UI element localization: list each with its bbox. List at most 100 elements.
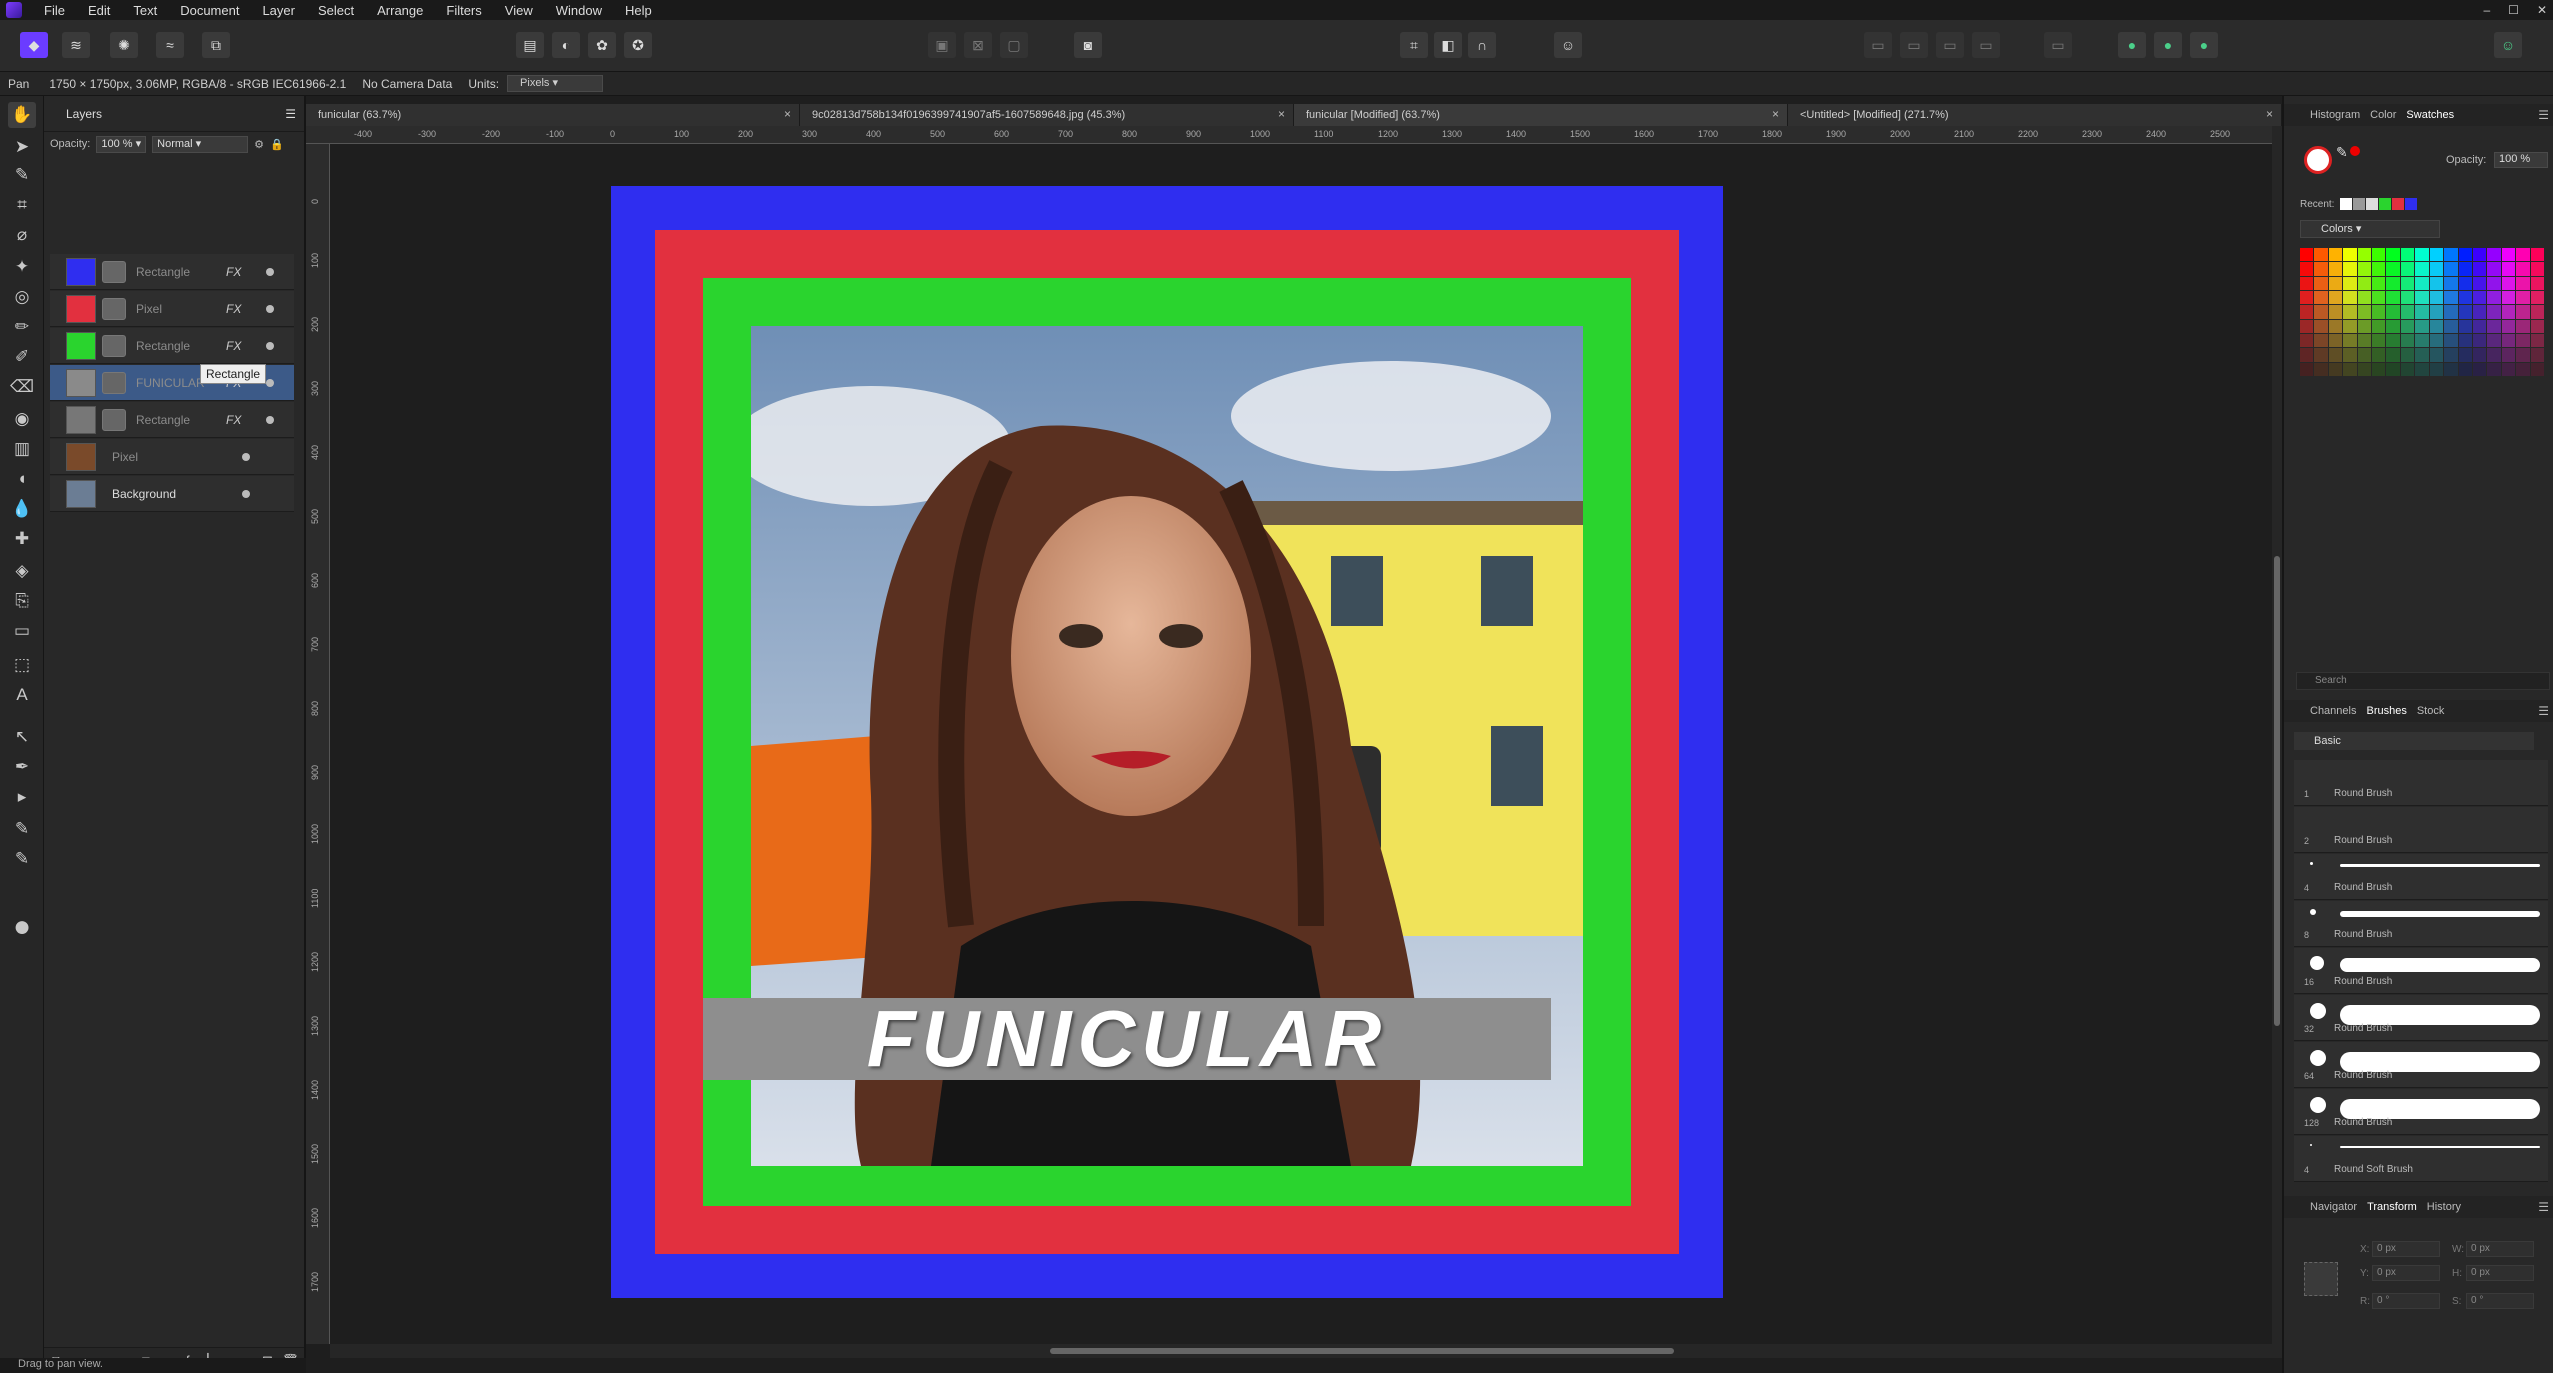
- visibility-toggle-icon[interactable]: [266, 378, 274, 387]
- distribute-icon[interactable]: ▭: [1900, 32, 1928, 58]
- mesh-warp-tool-icon[interactable]: ✎: [8, 846, 36, 872]
- color-swatch[interactable]: [2501, 348, 2516, 362]
- doc-tab[interactable]: <Untitled> [Modified] (271.7%) ×: [1788, 104, 2282, 126]
- lock-icon[interactable]: 🔒: [270, 138, 284, 151]
- color-swatch[interactable]: [2458, 362, 2472, 376]
- r-field[interactable]: 0 °: [2372, 1293, 2440, 1309]
- color-swatch[interactable]: [2415, 276, 2429, 290]
- tab-color[interactable]: Color: [2370, 109, 2396, 121]
- w-field[interactable]: 0 px: [2466, 1241, 2534, 1257]
- layer-row[interactable]: Pixel: [50, 439, 294, 475]
- color-swatch[interactable]: [2487, 305, 2501, 319]
- flood-fill-tool-icon[interactable]: ◉: [8, 406, 36, 432]
- color-swatch[interactable]: [2300, 319, 2314, 333]
- color-swatch[interactable]: [2386, 362, 2400, 376]
- layer-fx-icon[interactable]: FX: [226, 339, 252, 353]
- color-swatch[interactable]: [2530, 248, 2544, 262]
- color-swatch[interactable]: [2415, 305, 2429, 319]
- color-swatch[interactable]: [2516, 319, 2530, 333]
- color-swatch[interactable]: [2487, 348, 2501, 362]
- color-swatch[interactable]: [2328, 333, 2343, 348]
- color-swatch[interactable]: [2501, 362, 2516, 376]
- color-swatch[interactable]: [2386, 333, 2400, 348]
- close-window-button[interactable]: ✕: [2537, 3, 2547, 17]
- color-swatch[interactable]: [2400, 348, 2415, 362]
- tab-channels[interactable]: Channels: [2310, 705, 2356, 717]
- color-swatch[interactable]: [2314, 305, 2328, 319]
- color-swatch[interactable]: [2357, 305, 2372, 319]
- color-swatch[interactable]: [2472, 262, 2487, 276]
- color-swatch[interactable]: [2343, 333, 2357, 348]
- color-swatch[interactable]: [2343, 290, 2357, 305]
- color-swatch[interactable]: [2487, 290, 2501, 305]
- color-swatch[interactable]: [2343, 276, 2357, 290]
- color-swatch[interactable]: [2530, 276, 2544, 290]
- anchor-point-icon[interactable]: [2304, 1262, 2338, 1296]
- layer-fx-icon[interactable]: FX: [226, 265, 252, 279]
- layer-row[interactable]: Rectangle FX: [50, 328, 294, 364]
- color-swatch[interactable]: [2372, 262, 2386, 276]
- color-swatch[interactable]: [2400, 262, 2415, 276]
- close-tab-icon[interactable]: ×: [1772, 107, 1779, 121]
- color-swatch[interactable]: [2444, 248, 2458, 262]
- brush-preset[interactable]: 4 Round Brush: [2294, 854, 2548, 900]
- color-swatch[interactable]: [2458, 290, 2472, 305]
- color-swatch[interactable]: [2357, 290, 2372, 305]
- rectangle-tool-icon[interactable]: ▭: [8, 618, 36, 644]
- doc-tab-active[interactable]: funicular [Modified] (63.7%) ×: [1294, 104, 1788, 126]
- visibility-toggle-icon[interactable]: [266, 415, 274, 424]
- color-picker-tool-icon[interactable]: ✎: [8, 162, 36, 188]
- color-swatch[interactable]: [2487, 262, 2501, 276]
- color-swatch[interactable]: [2300, 333, 2314, 348]
- color-swatch[interactable]: [2343, 248, 2357, 262]
- red-eye-tool-icon[interactable]: ◈: [8, 558, 36, 584]
- color-swatch[interactable]: [2357, 348, 2372, 362]
- color-swatch[interactable]: [2372, 290, 2386, 305]
- tab-stock[interactable]: Stock: [2417, 705, 2445, 717]
- close-tab-icon[interactable]: ×: [1278, 107, 1285, 121]
- color-swatch[interactable]: [2472, 348, 2487, 362]
- color-swatch[interactable]: [2487, 362, 2501, 376]
- auto-white-balance-icon[interactable]: ✪: [624, 32, 652, 58]
- color-swatch[interactable]: [2429, 290, 2444, 305]
- color-swatch[interactable]: [2516, 305, 2530, 319]
- color-swatch[interactable]: [2487, 333, 2501, 348]
- export-persona-icon[interactable]: ⧉: [202, 32, 230, 58]
- maximize-button[interactable]: ☐: [2508, 3, 2519, 17]
- color-swatch[interactable]: [2328, 262, 2343, 276]
- color-swatch[interactable]: [2501, 262, 2516, 276]
- color-swatch[interactable]: [2372, 305, 2386, 319]
- color-swatch[interactable]: [2429, 333, 2444, 348]
- color-swatch[interactable]: [2472, 333, 2487, 348]
- layer-row[interactable]: Pixel FX: [50, 291, 294, 327]
- color-swatch[interactable]: [2458, 333, 2472, 348]
- color-swatch[interactable]: [2386, 262, 2400, 276]
- color-swatch[interactable]: [2501, 276, 2516, 290]
- color-swatch[interactable]: [2501, 248, 2516, 262]
- crop-tool-icon[interactable]: ⌗: [8, 192, 36, 218]
- selection-intersect-icon[interactable]: ▢: [1000, 32, 1028, 58]
- color-swatch[interactable]: [2328, 362, 2343, 376]
- color-swatch[interactable]: [2357, 319, 2372, 333]
- color-swatch[interactable]: [2372, 348, 2386, 362]
- palette-select[interactable]: Colors ▾: [2300, 220, 2440, 238]
- color-swatch[interactable]: [2530, 262, 2544, 276]
- color-swatch[interactable]: [2458, 319, 2472, 333]
- color-swatch[interactable]: [2314, 248, 2328, 262]
- h-field[interactable]: 0 px: [2466, 1265, 2534, 1281]
- text-tool-icon[interactable]: A: [8, 682, 36, 708]
- develop-persona-icon[interactable]: ✺: [110, 32, 138, 58]
- color-swatch[interactable]: [2415, 333, 2429, 348]
- move-tool-icon[interactable]: ➤: [8, 134, 36, 160]
- layer-row[interactable]: Rectangle FX: [50, 254, 294, 290]
- units-select[interactable]: Pixels ▾: [507, 75, 604, 92]
- paint-brush-tool-icon[interactable]: ✏: [8, 314, 36, 340]
- color-swatch[interactable]: [2516, 333, 2530, 348]
- liquify-persona-icon[interactable]: ≋: [62, 32, 90, 58]
- color-swatch[interactable]: [2328, 276, 2343, 290]
- color-swatch[interactable]: [2501, 290, 2516, 305]
- color-swatch[interactable]: [2516, 276, 2530, 290]
- color-swatch[interactable]: [2415, 290, 2429, 305]
- studio-link-icon[interactable]: ●: [2118, 32, 2146, 58]
- brush-category-select[interactable]: Basic: [2294, 732, 2534, 750]
